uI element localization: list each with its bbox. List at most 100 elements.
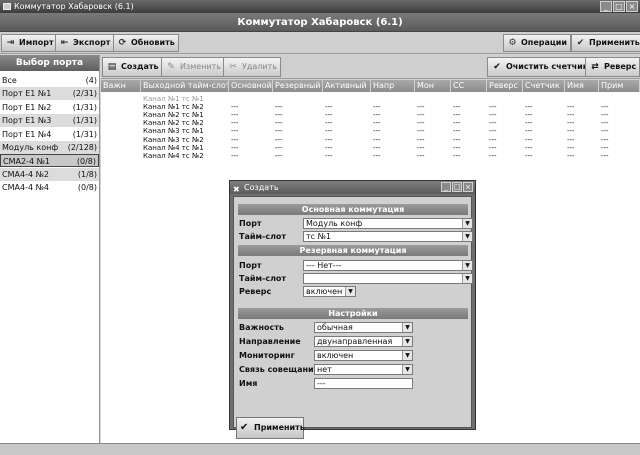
table-row[interactable]: Канал №3 тс №1 --- --- --- --- --- --- --- --- --… bbox=[101, 127, 640, 135]
table-cell: --- bbox=[489, 111, 497, 120]
table-cell: --- bbox=[601, 119, 609, 128]
port-list-item[interactable]: СМА4-4 №2 (1/8) bbox=[0, 167, 99, 181]
chevron-down-icon: ▼ bbox=[462, 261, 472, 270]
chevron-down-icon: ▼ bbox=[462, 219, 472, 228]
table-cell bbox=[101, 119, 141, 127]
dialog-close-icon[interactable]: × bbox=[463, 182, 473, 192]
table-cell bbox=[101, 111, 141, 119]
column-header[interactable]: Реверс bbox=[487, 80, 523, 92]
table-cell bbox=[101, 127, 141, 135]
chevron-down-icon: ▼ bbox=[402, 337, 412, 346]
clear-counter-button[interactable]: ✔ Очистить счетчик bbox=[487, 57, 593, 77]
pencil-icon: ✎ bbox=[167, 62, 175, 72]
table-row[interactable]: Канал №1 тс №1 bbox=[101, 95, 640, 103]
table-row[interactable]: Канал №2 тс №2 --- --- --- --- --- --- --- --- --… bbox=[101, 119, 640, 127]
table-cell: --- bbox=[231, 111, 239, 120]
table-cell: --- bbox=[567, 151, 575, 160]
check-icon: ✔ bbox=[493, 62, 501, 72]
column-header[interactable]: Важн bbox=[101, 80, 141, 92]
dialog-apply-button[interactable]: ✔ Применить bbox=[236, 417, 305, 439]
operations-button[interactable]: ⚙ Операции bbox=[503, 34, 572, 52]
table-cell: --- bbox=[325, 111, 333, 120]
new-document-icon: ▤ bbox=[107, 62, 117, 72]
table-cell: --- bbox=[275, 119, 283, 128]
column-header[interactable]: Мон bbox=[415, 80, 451, 92]
refresh-button[interactable]: ⟳ Обновить bbox=[113, 34, 179, 52]
table-cell: --- bbox=[525, 151, 533, 160]
meeting-select[interactable]: нет ▼ bbox=[314, 364, 413, 375]
table-cell bbox=[523, 95, 565, 103]
port-name: СМА4-4 №2 bbox=[2, 169, 49, 179]
create-button[interactable]: ▤ Создать bbox=[102, 57, 163, 77]
name-input[interactable]: --- bbox=[314, 378, 413, 389]
table-row[interactable]: Канал №4 тс №1 --- --- --- --- --- --- --- --- --… bbox=[101, 144, 640, 152]
reserve-switching-section: Резервная коммутация bbox=[238, 245, 468, 256]
port-name: Порт E1 №2 bbox=[2, 102, 52, 112]
table-cell: --- bbox=[567, 111, 575, 120]
scissors-icon: ✂ bbox=[229, 62, 237, 72]
table-cell: --- bbox=[601, 143, 609, 152]
table-cell bbox=[487, 95, 523, 103]
main-timeslot-select[interactable]: тс №1 ▼ bbox=[303, 231, 473, 242]
importance-label: Важность bbox=[239, 323, 284, 332]
table-row[interactable]: Канал №2 тс №1 --- --- --- --- --- --- --- --- --… bbox=[101, 111, 640, 119]
port-name: Порт E1 №3 bbox=[2, 116, 52, 126]
chevron-down-icon: ▼ bbox=[345, 287, 355, 296]
reverse-select[interactable]: включен ▼ bbox=[303, 286, 356, 297]
port-list-item[interactable]: Порт E1 №2 (1/31) bbox=[0, 101, 99, 114]
port-list-item[interactable]: Порт E1 №1 (2/31) bbox=[0, 87, 99, 101]
table-cell: --- bbox=[525, 135, 533, 144]
port-list-item[interactable]: Порт E1 №3 (1/31) bbox=[0, 114, 99, 128]
name-label: Имя bbox=[239, 379, 258, 388]
column-header[interactable]: Счетчик bbox=[523, 80, 565, 92]
table-cell: --- bbox=[373, 143, 381, 152]
delete-button[interactable]: ✂ Удалить bbox=[223, 57, 281, 77]
table-row[interactable]: Канал №1 тс №2 --- --- --- --- --- --- --- --- --… bbox=[101, 103, 640, 111]
table-cell: --- bbox=[231, 127, 239, 136]
minimize-icon[interactable]: _ bbox=[600, 1, 612, 12]
reserve-port-select[interactable]: --- Нет--- ▼ bbox=[303, 260, 473, 271]
dialog-maximize-icon[interactable]: □ bbox=[452, 182, 462, 192]
port-count: (0/8) bbox=[77, 183, 97, 193]
column-header[interactable]: Напр bbox=[371, 80, 415, 92]
column-header[interactable]: Резервный bbox=[273, 80, 323, 92]
column-header[interactable]: Прим bbox=[599, 80, 640, 92]
column-header[interactable]: Основной bbox=[229, 80, 273, 92]
apply-button[interactable]: ✔ Применить bbox=[571, 34, 640, 52]
port-list-item[interactable]: СМА4-4 №4 (0/8) bbox=[0, 181, 99, 194]
main-port-select[interactable]: Модуль конф ▼ bbox=[303, 218, 473, 229]
import-button[interactable]: ⇥ Импорт bbox=[1, 34, 58, 52]
table-cell: --- bbox=[525, 143, 533, 152]
export-button[interactable]: ⇤ Экспорт bbox=[55, 34, 115, 52]
table-row[interactable]: Канал №3 тс №2 --- --- --- --- --- --- --- --- --… bbox=[101, 136, 640, 144]
column-header[interactable]: Активный bbox=[323, 80, 371, 92]
table-cell: --- bbox=[567, 135, 575, 144]
table-cell: Канал №3 тс №1 bbox=[143, 127, 204, 136]
create-dialog: ✖ Создать _ □ × Основная коммутация Порт… bbox=[229, 180, 476, 439]
column-header[interactable]: Имя bbox=[565, 80, 599, 92]
table-cell: --- bbox=[231, 143, 239, 152]
table-cell: --- bbox=[601, 111, 609, 120]
direction-select[interactable]: двунаправленная ▼ bbox=[314, 336, 413, 347]
gear-icon: ⚙ bbox=[508, 38, 517, 48]
reverse-button[interactable]: ⇄ Реверс bbox=[585, 57, 640, 77]
importance-select[interactable]: обычная ▼ bbox=[314, 322, 413, 333]
table-cell: --- bbox=[325, 127, 333, 136]
table-row[interactable]: Канал №4 тс №2 --- --- --- --- --- --- --- --- --… bbox=[101, 152, 640, 160]
port-list-item[interactable]: Все (4) bbox=[0, 74, 99, 87]
dialog-minimize-icon[interactable]: _ bbox=[441, 182, 451, 192]
maximize-icon[interactable]: □ bbox=[613, 1, 625, 12]
port-list-item[interactable]: СМА2-4 №1 (0/8) bbox=[0, 154, 99, 168]
reserve-timeslot-select[interactable]: ▼ bbox=[303, 273, 473, 284]
table-cell: --- bbox=[373, 111, 381, 120]
close-icon[interactable]: × bbox=[626, 1, 638, 12]
table-cell bbox=[101, 136, 141, 144]
table-cell: --- bbox=[453, 111, 461, 120]
column-header[interactable]: СС bbox=[451, 80, 487, 92]
reverse-label: Реверс bbox=[239, 287, 272, 296]
port-list-item[interactable]: Модуль конф (2/128) bbox=[0, 141, 99, 154]
port-list-item[interactable]: Порт E1 №4 (1/31) bbox=[0, 128, 99, 141]
edit-button[interactable]: ✎ Изменить bbox=[161, 57, 225, 77]
monitoring-select[interactable]: включен ▼ bbox=[314, 350, 413, 361]
column-header[interactable]: Выходной тайм-слот bbox=[141, 80, 229, 92]
